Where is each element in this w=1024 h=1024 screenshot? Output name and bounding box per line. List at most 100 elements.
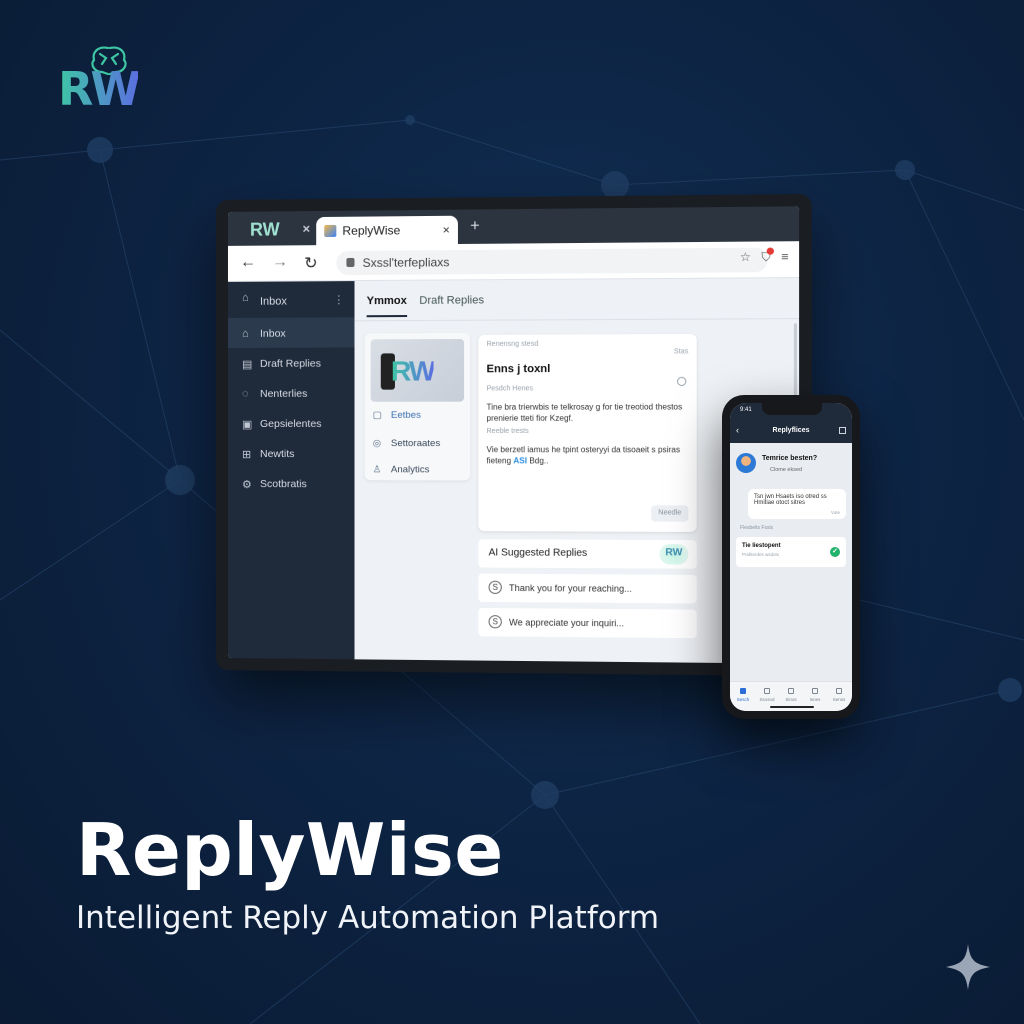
check-icon[interactable]: ✓	[830, 547, 840, 557]
nav-icon	[740, 688, 746, 694]
sidebar-item-3[interactable]: ◌ Nenterlies	[228, 378, 355, 408]
more-options-icon[interactable]: ⋮	[333, 293, 344, 306]
list-icon: ▣	[241, 418, 253, 431]
tag-icon: ▢	[372, 409, 382, 421]
nav-label: Isnes	[809, 697, 821, 702]
nav-label: Ssosnd	[759, 697, 775, 702]
brand-logo: RW	[58, 44, 158, 116]
new-tab-button[interactable]: +	[470, 218, 480, 236]
sidebar-item-label: Scotbratis	[259, 478, 307, 491]
nav-card-label: Analytics	[390, 464, 430, 476]
back-arrow-icon[interactable]: ←	[240, 254, 256, 272]
nav-card-item[interactable]: ♙ Analytics	[373, 464, 430, 475]
address-bar: ← → ↻ Sxssl'terfepliaxs ☆ ⛉ ≡	[227, 241, 800, 282]
nav-item-1[interactable]: Sesch	[734, 688, 752, 702]
chat-icon: ◎	[372, 438, 382, 450]
home-indicator	[770, 706, 814, 708]
tab-logo-text: RW	[249, 219, 280, 240]
phone-title: Replyflices	[772, 427, 810, 434]
suggested-reply[interactable]: S We appreciate your inquiri...	[478, 607, 697, 639]
sidebar-item-draft-replies[interactable]: ▤ Draft Replies	[228, 347, 355, 377]
nav-label: Sesch	[736, 697, 750, 702]
sidebar-item-label: Newtits	[259, 448, 295, 461]
chat-icon: ◌	[241, 387, 249, 400]
contact-name: Temrice besten?	[762, 455, 818, 462]
contact-row[interactable]: Temrice besten? Clome eksed	[736, 449, 846, 479]
suggest-title: AI Suggested Replies	[488, 547, 588, 559]
sidebar-item-inbox[interactable]: ⌂ Inbox	[227, 317, 355, 348]
sidebar-item-inbox-header[interactable]: ⌂ Inbox ⋮	[228, 281, 355, 318]
url-input[interactable]: Sxssl'terfepliaxs	[336, 247, 768, 276]
sidebar-item-6[interactable]: ⚙ Scotbratis	[228, 468, 355, 498]
email-meta: Renensng stesd	[486, 340, 539, 348]
reload-icon[interactable]: ↻	[304, 253, 317, 273]
nav-item-5[interactable]: Senss	[830, 688, 848, 702]
nav-item-2[interactable]: Ssosnd	[758, 688, 776, 702]
email-highlight: ASI	[513, 456, 528, 466]
tab-title: ReplyWise	[342, 223, 401, 238]
nav-label: Senss	[832, 697, 846, 702]
nav-card-item[interactable]: ▢ Eetbes	[373, 410, 421, 421]
email-body-2-end: Bdg..	[527, 456, 549, 466]
email-action-button[interactable]: Needle	[651, 505, 689, 522]
nav-card-item[interactable]: ◎ Settoraates	[373, 438, 441, 449]
ai-badge: RW	[659, 544, 689, 565]
nav-icon	[788, 688, 794, 694]
email-preview[interactable]: Renensng stesd Stas Enns j toxnl Pesdch …	[478, 333, 697, 532]
section-label: Flesbeits Fssis	[740, 525, 774, 531]
sidebar-item-4[interactable]: ▣ Gepsielentes	[228, 408, 355, 438]
sparkle-icon	[946, 944, 990, 990]
settings-icon: ⚙	[241, 479, 252, 492]
phone-frame: 9:41 ‹ Replyflices Temrice besten? Clome…	[722, 395, 860, 719]
forward-arrow-icon[interactable]: →	[272, 253, 288, 271]
tab-replywise-logo[interactable]: RW ×	[236, 215, 316, 246]
logo-text: RW	[58, 62, 141, 116]
suggested-reply-card[interactable]: Tie liestopent Prafiterdes wsdots ✓	[736, 537, 846, 567]
promo-image: RW	[370, 338, 465, 402]
suggested-reply-text: Thank you for your reaching...	[508, 582, 632, 594]
phone-notch	[762, 403, 822, 415]
favicon-icon	[324, 224, 337, 238]
tab-draft-replies[interactable]: Draft Replies	[419, 294, 484, 306]
nav-label: Sinos	[785, 697, 797, 702]
browser-menu-icons[interactable]: ☆ ⛉ ≡	[740, 247, 789, 265]
product-tagline: Intelligent Reply Automation Platform	[76, 900, 660, 936]
phone-bottom-nav: Sesch Ssosnd Sinos Isnes Senss	[730, 681, 852, 711]
nav-card-label: Eetbes	[390, 409, 421, 421]
home-icon: ⌂	[241, 291, 249, 304]
message-time: Vote	[830, 510, 840, 515]
lock-icon	[346, 257, 355, 268]
tab-inbox[interactable]: Ymmox	[366, 294, 407, 318]
nav-icon	[812, 688, 818, 694]
email-body: Tine bra trierwbis te telkrosay g for ti…	[486, 402, 683, 423]
home-icon: ⌂	[241, 327, 249, 340]
app-content: ⌂ Inbox ⋮ ⌂ Inbox ▤ Draft Replies ◌ Nent…	[227, 278, 800, 664]
sidebar-item-5[interactable]: ⊞ Newtits	[228, 438, 355, 468]
nav-item-3[interactable]: Sinos	[782, 688, 800, 702]
sidebar-item-label: Nenterlies	[259, 387, 308, 400]
phone-time: 9:41	[740, 407, 752, 413]
tab-bar: RW × ReplyWise × +	[227, 206, 800, 246]
sidebar-item-label: Gepsielentes	[259, 417, 322, 430]
menu-icon[interactable]	[839, 427, 846, 434]
nav-card: RW ▢ Eetbes ◎ Settoraates ♙ Analytics	[364, 332, 471, 481]
nav-item-4[interactable]: Isnes	[806, 688, 824, 702]
email-body-2: Vie berzetl iamus he tpint osteryyi da t…	[487, 444, 689, 467]
promo-logo: RW	[390, 355, 434, 387]
close-icon[interactable]: ×	[303, 221, 311, 236]
contact-subtitle: Clome eksed	[770, 467, 803, 473]
avatar	[736, 453, 756, 473]
suggested-reply[interactable]: S Thank you for your reaching...	[478, 573, 697, 604]
tab-replywise[interactable]: ReplyWise ×	[316, 215, 458, 246]
notification-dot-icon	[766, 247, 774, 255]
browser-window: RW × ReplyWise × + ← → ↻ Sxssl'terfeplia…	[227, 206, 800, 664]
phone-screen: 9:41 ‹ Replyflices Temrice besten? Clome…	[730, 403, 852, 711]
sidebar-item-label: Inbox	[259, 295, 287, 308]
message-bubble: Tsn jwn Hsaets iso otred ss Hmitiae otoc…	[748, 489, 846, 519]
main-tabs: Ymmox Draft Replies	[354, 278, 800, 322]
email-section-label: Reeble trests	[486, 427, 529, 435]
card-subtitle: Prafiterdes wsdots	[742, 552, 780, 557]
grid-icon: ⊞	[241, 449, 252, 462]
status-icon	[677, 376, 687, 387]
close-icon[interactable]: ×	[443, 223, 450, 237]
